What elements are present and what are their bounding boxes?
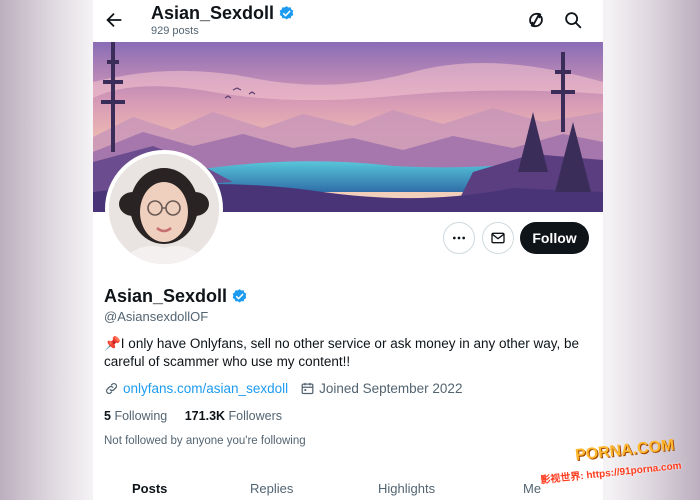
profile-name: Asian_Sexdoll [104, 286, 248, 307]
not-followed-notice: Not followed by anyone you're following [104, 435, 306, 447]
link-icon [106, 383, 117, 394]
joined-date: Joined September 2022 [319, 381, 463, 396]
tab-media[interactable]: Me [523, 481, 541, 496]
profile-display-name: Asian_Sexdoll [104, 286, 228, 306]
calendar-icon [301, 382, 314, 395]
back-arrow-icon[interactable] [103, 9, 125, 31]
message-icon [491, 232, 505, 244]
profile-tabs: Posts Replies Highlights Me [93, 474, 603, 500]
header-display-name: Asian_Sexdoll [151, 3, 275, 23]
top-bar: Asian_Sexdoll 929 posts [93, 0, 603, 42]
post-count: 929 posts [151, 25, 199, 37]
verified-icon[interactable] [231, 288, 248, 305]
followers-count: 171.3K [184, 409, 226, 423]
following-link[interactable]: 5 Following [104, 409, 167, 423]
follow-button[interactable]: Follow [520, 222, 589, 254]
profile-link[interactable]: onlyfans.com/asian_sexdoll [123, 381, 288, 396]
message-button[interactable] [482, 222, 514, 254]
refresh-icon[interactable] [525, 9, 547, 31]
profile-handle: @AsiansexdollOF [104, 309, 209, 324]
profile-avatar[interactable] [105, 150, 223, 268]
tab-posts[interactable]: Posts [132, 481, 167, 496]
profile-bio: 📌I only have Onlyfans, sell no other ser… [104, 336, 580, 369]
watermark: PORNA.COM 影视世界: https://91porna.com [540, 437, 700, 500]
following-label: Following [114, 409, 168, 423]
avatar-image [109, 154, 219, 264]
follow-stats: 5 Following 171.3K Followers [104, 409, 282, 423]
profile-meta: onlyfans.com/asian_sexdoll Joined Septem… [104, 381, 462, 396]
header-title: Asian_Sexdoll [151, 2, 295, 24]
following-count: 5 [104, 409, 111, 423]
followers-link[interactable]: 171.3K Followers [185, 409, 282, 423]
tab-replies[interactable]: Replies [250, 481, 293, 496]
tab-highlights[interactable]: Highlights [378, 481, 435, 496]
profile-column: Asian_Sexdoll 929 posts Follow Asian_Sex… [93, 0, 603, 500]
more-icon [453, 236, 465, 240]
more-button[interactable] [443, 222, 475, 254]
followers-label: Followers [228, 409, 283, 423]
verified-icon [279, 5, 294, 20]
search-icon[interactable] [562, 9, 584, 31]
